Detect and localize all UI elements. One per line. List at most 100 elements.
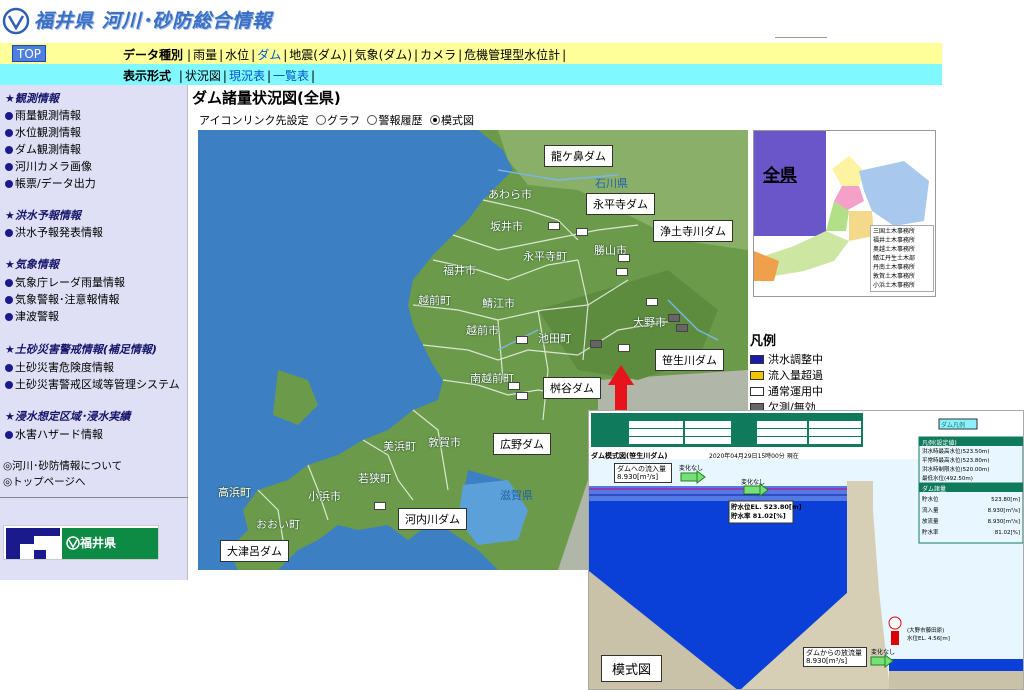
radio-alarm-history[interactable] (367, 115, 378, 125)
nav-current-table[interactable]: 現況表 (229, 69, 265, 83)
schematic-subtitle: ダム模式図(笹生川ダム) (591, 452, 668, 460)
city-ikeda: 池田町 (538, 332, 571, 345)
city-echizen-cho: 越前町 (418, 294, 451, 307)
nav-list-table[interactable]: 一覧表 (273, 69, 309, 83)
dam-label-sasogawa[interactable]: 笹生川ダム (655, 349, 724, 371)
storage-level-box: 貯水位EL. 523.80[m] 貯水率 81.02[%] (731, 503, 802, 521)
nav-water-level[interactable]: 水位 (225, 48, 249, 62)
dam-label-jodojigawa[interactable]: 浄土寺川ダム (653, 220, 733, 242)
prefecture-mini-map[interactable]: 全県 三国土木事務所 福井土木事務所 奥越土木事務所 鯖江丹生土木部 丹南土木事… (753, 130, 936, 297)
map-label-shiga: 滋賀県 (500, 489, 533, 502)
bullet-icon (5, 180, 13, 188)
office-fukui: 福井土木事務所 (873, 237, 916, 244)
dam-marker-missing-3[interactable] (590, 340, 602, 348)
dam-label-eiheiji[interactable]: 永平寺ダム (586, 193, 655, 215)
dam-marker-ono[interactable] (646, 298, 658, 306)
nav-rainfall[interactable]: 雨量 (193, 48, 217, 62)
swatch-normal (750, 386, 764, 396)
nav-crisis-water-gauge[interactable]: 危機管理型水位計 (464, 48, 560, 62)
city-sakai: 坂井市 (490, 220, 523, 233)
office-mikuni: 三国土木事務所 (873, 228, 916, 235)
sidebar-link-about[interactable]: ◎河川･砂防情報について (3, 458, 122, 473)
radio-schematic[interactable] (429, 115, 440, 125)
downstream-name: (大野市藤田原) (907, 628, 945, 634)
radio-graph[interactable] (315, 115, 326, 125)
radio-schematic-label: 模式図 (440, 114, 474, 127)
storage-rate-line: 貯水率 81.02[%] (731, 512, 786, 520)
dam-marker-eiheiji[interactable] (576, 228, 588, 236)
downstream-level: 水位EL. 4.56[m] (907, 636, 950, 642)
bullet-icon (5, 364, 13, 372)
sidebar-item-warnings[interactable]: 気象警報･注意報情報 (5, 291, 120, 307)
sidebar-item-flood-forecast[interactable]: 洪水予報発表情報 (5, 224, 103, 240)
bullet-icon (5, 431, 13, 439)
city-ono: 大野市 (633, 316, 666, 329)
dam-label-hirono[interactable]: 広野ダム (493, 433, 551, 455)
dam-marker-jodojigawa[interactable] (618, 254, 630, 262)
sidebar-heading-observation: ★観測情報 (5, 92, 59, 105)
dam-marker-ikeda[interactable] (516, 336, 528, 344)
sidebar-item-river-camera[interactable]: 河川カメラ画像 (5, 158, 92, 174)
sidebar-item-hazard[interactable]: 水害ハザード情報 (5, 426, 103, 442)
sidebar-item-dam[interactable]: ダム観測情報 (5, 141, 81, 157)
dam-marker-missing-2[interactable] (676, 324, 688, 332)
level-flood-limit: 洪水時制限水位(520.00m) (922, 467, 990, 473)
dam-marker-katsuyama[interactable] (616, 268, 628, 276)
sidebar-item-sediment-risk[interactable]: 土砂災害危険度情報 (5, 359, 114, 375)
header-divider (775, 37, 827, 38)
map-label-ishikawa: 石川県 (595, 177, 628, 190)
dam-label-otsuro[interactable]: 大津呂ダム (220, 540, 289, 562)
city-obama: 小浜市 (308, 490, 341, 503)
sidebar-link-top[interactable]: ◎トップページへ (3, 474, 85, 489)
levels-title: 凡例(設定値) (922, 440, 957, 447)
sidebar-heading-inundation: ★浸水想定区域･浸水実績 (5, 410, 131, 423)
city-awara: あわら市 (488, 188, 532, 201)
nav-camera[interactable]: カメラ (420, 48, 456, 62)
change-label-3: 変化なし (871, 649, 896, 656)
dam-marker-sasogawa[interactable] (618, 344, 630, 352)
bullet-icon (5, 296, 13, 304)
levels-list: 洪水時最高水位(523.50m) 平常時最高水位(523.80m) 洪水時制限水… (922, 448, 989, 484)
sidebar-item-rainfall[interactable]: 雨量観測情報 (5, 107, 81, 123)
sidebar: ★観測情報 雨量観測情報 水位観測情報 ダム観測情報 河川カメラ画像 帳票/デー… (0, 85, 188, 580)
dam-label-tatsugahana[interactable]: 龍ケ鼻ダム (544, 145, 613, 167)
dam-legend-button[interactable]: ダム凡例 (941, 420, 965, 429)
nav-status-map[interactable]: 状況図 (185, 69, 221, 83)
dam-marker-tatsugahana[interactable] (548, 222, 560, 230)
sidebar-item-water-level[interactable]: 水位観測情報 (5, 124, 81, 140)
dam-marker-hirono[interactable] (516, 392, 528, 400)
dam-marker-missing-1[interactable] (668, 314, 680, 322)
top-button[interactable]: TOP (12, 45, 46, 62)
schematic-caption: 模式図 (601, 655, 663, 682)
sidebar-item-tsunami[interactable]: 津波警報 (5, 308, 59, 324)
nav-dam[interactable]: ダム (257, 48, 281, 62)
level-flood-max: 洪水時最高水位(523.50m) (922, 449, 990, 455)
nav-weather-dam[interactable]: 気象(ダム) (355, 48, 412, 62)
mini-map-legend: 三国土木事務所 福井土木事務所 奥越土木事務所 鯖江丹生土木部 丹南土木事務所 … (870, 225, 934, 292)
amount-row: 貯水位 523.80[m] (922, 497, 1020, 503)
bullet-icon (5, 163, 13, 171)
city-tsuruga: 敦賀市 (428, 436, 461, 449)
swatch-flood-control (750, 354, 764, 364)
amount-row: 貯水率 81.02[%] (922, 530, 1020, 536)
storage-level-line: 貯水位EL. 523.80[m] (731, 503, 802, 511)
dam-label-masudani[interactable]: 桝谷ダム (543, 377, 601, 399)
emblem-icon (66, 536, 80, 550)
city-sabae: 鯖江市 (482, 297, 515, 310)
sidebar-item-radar[interactable]: 気象庁レーダ雨量情報 (5, 274, 125, 290)
dam-schematic-inset[interactable]: ダム模式図(笹生川ダム) 2020年04月29日15時00分 現在 ダムへの流入… (588, 410, 1024, 690)
prefecture-mark-icon (6, 528, 60, 559)
dam-marker-kawachigawa[interactable] (374, 502, 386, 510)
dam-label-kawachigawa[interactable]: 河内川ダム (398, 508, 467, 530)
nav-earthquake-dam[interactable]: 地震(ダム) (289, 48, 346, 62)
office-tannan: 丹南土木事務所 (873, 264, 916, 271)
office-obama: 小浜土木事務所 (873, 282, 916, 289)
radio-graph-label: グラフ (326, 114, 360, 127)
data-type-nav: TOP データ種別 | 雨量 | 水位 | ダム | 地震(ダム) | 気象(ダム) | カメラ | 危機管… (0, 43, 942, 64)
change-label-2: 変化なし (741, 479, 766, 486)
sidebar-item-sediment-system[interactable]: 土砂災害警戒区域等管理システム (5, 376, 180, 392)
dam-marker-masudani[interactable] (508, 382, 520, 390)
sidebar-item-report-output[interactable]: 帳票/データ出力 (5, 175, 96, 191)
legend-row-flood-control: 洪水調整中 (750, 351, 840, 367)
inflow-title: ダムへの流入量 (617, 465, 666, 473)
